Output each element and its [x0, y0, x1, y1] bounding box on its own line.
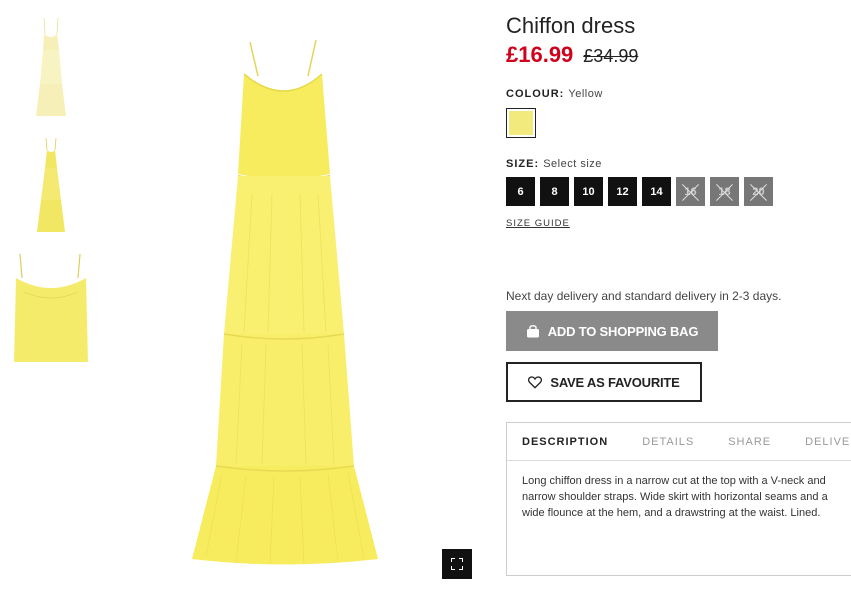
save-favourite-button[interactable]: SAVE AS FAVOURITE	[506, 362, 702, 402]
fullscreen-icon	[451, 558, 463, 570]
size-option-6[interactable]: 6	[506, 177, 535, 206]
thumbnail-2[interactable]	[14, 136, 88, 234]
size-option-10[interactable]: 10	[574, 177, 603, 206]
add-to-bag-label: ADD TO SHOPPING BAG	[547, 323, 699, 339]
colour-label: COLOUR:	[506, 88, 565, 100]
colour-label-row: COLOUR: Yellow	[506, 88, 851, 100]
shopping-bag-icon	[526, 324, 539, 337]
save-favourite-label: SAVE AS FAVOURITE	[550, 374, 680, 390]
size-label: SIZE:	[506, 158, 540, 170]
size-option-14[interactable]: 14	[642, 177, 671, 206]
fullscreen-button[interactable]	[442, 549, 472, 579]
tab-bar: DESCRIPTION DETAILS SHARE DELIVERY	[507, 423, 851, 461]
size-option-8[interactable]: 8	[540, 177, 569, 206]
tab-delivery[interactable]: DELIVERY	[805, 436, 851, 448]
size-option-20-unavailable[interactable]: 20	[744, 177, 773, 206]
dress-illustration	[182, 14, 472, 584]
description-text: Long chiffon dress in a narrow cut at th…	[522, 475, 828, 519]
original-price: £34.99	[583, 46, 639, 66]
size-selector: 6 8 10 12 14 16 18 20	[506, 177, 851, 206]
colour-swatch-yellow[interactable]	[506, 108, 536, 138]
tab-details[interactable]: DETAILS	[642, 436, 694, 448]
product-title: Chiffon dress	[506, 13, 636, 38]
colour-value: Yellow	[568, 88, 603, 100]
size-label-row: SIZE: Select size	[506, 158, 851, 170]
thumbnail-1[interactable]	[14, 14, 88, 118]
product-info: Chiffon dress £16.99 £34.99 COLOUR: Yell…	[506, 12, 851, 576]
tab-description[interactable]: DESCRIPTION	[522, 436, 608, 448]
price-row: £16.99 £34.99	[506, 42, 851, 68]
tab-share[interactable]: SHARE	[728, 436, 771, 448]
thumbnail-3[interactable]	[14, 252, 88, 362]
size-option-16-unavailable[interactable]: 16	[676, 177, 705, 206]
colour-swatch-fill	[509, 111, 533, 135]
product-tabs: DESCRIPTION DETAILS SHARE DELIVERY Long …	[506, 422, 851, 576]
delivery-info: Next day delivery and standard delivery …	[506, 289, 782, 303]
heart-icon	[528, 375, 543, 389]
size-value: Select size	[543, 158, 602, 170]
size-option-12[interactable]: 12	[608, 177, 637, 206]
thumbnail-list	[14, 14, 88, 380]
sale-price: £16.99	[506, 42, 574, 67]
size-option-18-unavailable[interactable]: 18	[710, 177, 739, 206]
size-guide-link[interactable]: SIZE GUIDE	[506, 218, 570, 229]
product-main-image	[182, 14, 472, 584]
add-to-bag-button[interactable]: ADD TO SHOPPING BAG	[506, 311, 718, 351]
